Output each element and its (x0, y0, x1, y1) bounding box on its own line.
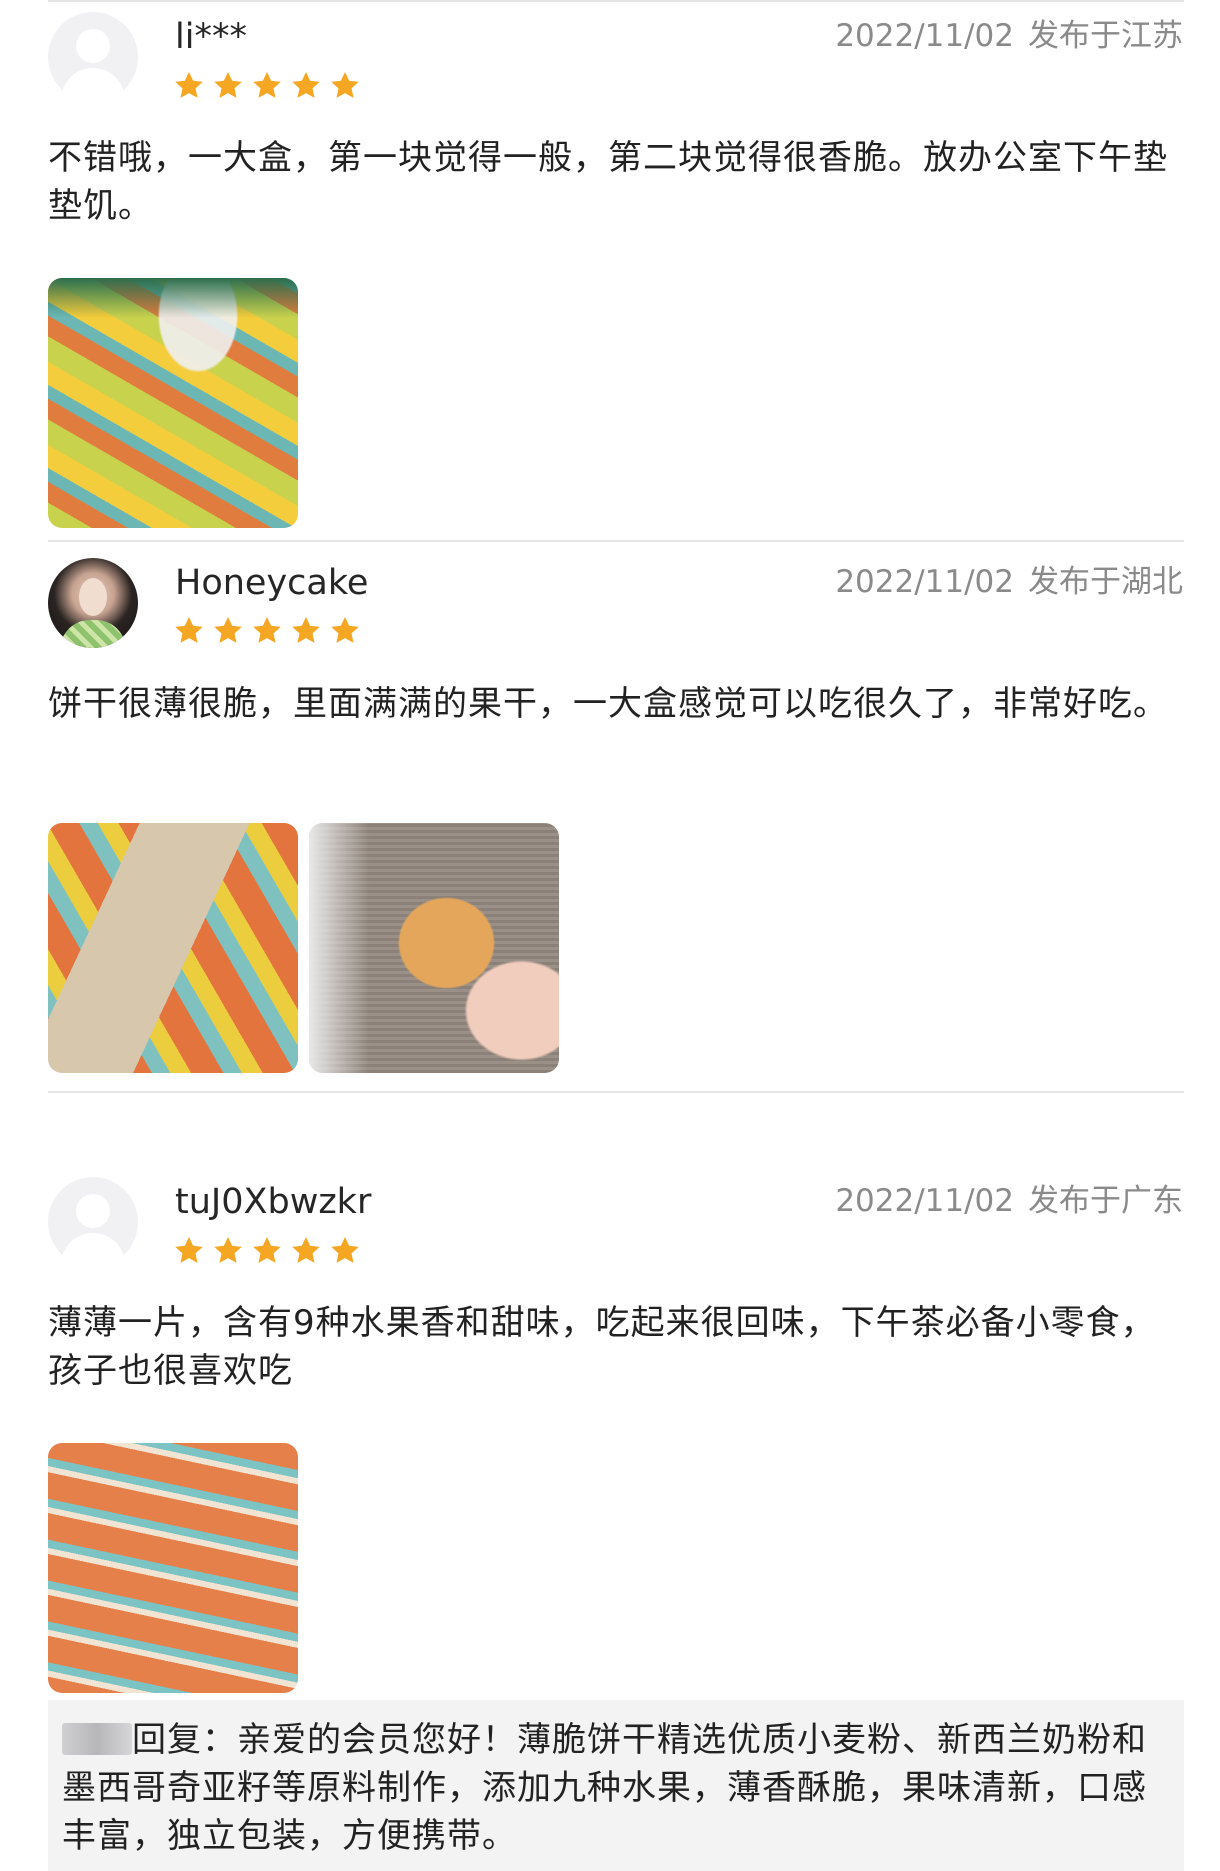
star-icon (251, 70, 283, 102)
star-rating (173, 1235, 361, 1267)
default-avatar-icon (76, 1194, 110, 1228)
star-icon (290, 1235, 322, 1267)
username[interactable]: Honeycake (175, 562, 368, 604)
star-icon (212, 615, 244, 647)
review-location: 发布于江苏 (1028, 18, 1183, 54)
star-icon (251, 615, 283, 647)
star-icon (173, 70, 205, 102)
star-icon (173, 1235, 205, 1267)
star-icon (329, 615, 361, 647)
review-date: 2022/11/02 (835, 564, 1014, 600)
divider (48, 540, 1184, 542)
reply-text: 回复：亲爱的会员您好！薄脆饼干精选优质小麦粉、新西兰奶粉和墨西哥奇亚籽等原料制作… (62, 1716, 1170, 1860)
review-meta: 2022/11/02 发布于广东 (835, 1181, 1183, 1221)
star-rating (173, 70, 361, 102)
review-photo[interactable] (48, 278, 298, 528)
avatar[interactable] (48, 12, 138, 102)
review-text: 饼干很薄很脆，里面满满的果干，一大盒感觉可以吃很久了，非常好吃。 (48, 684, 1168, 724)
username[interactable]: tuJ0Xbwzkr (175, 1181, 371, 1223)
review-location: 发布于湖北 (1028, 564, 1183, 600)
review-photo[interactable] (48, 823, 298, 1073)
star-icon (290, 70, 322, 102)
divider (48, 1091, 1184, 1093)
avatar[interactable] (48, 558, 138, 648)
star-icon (251, 1235, 283, 1267)
avatar[interactable] (48, 1177, 138, 1267)
review-date: 2022/11/02 (835, 1183, 1014, 1219)
default-avatar-icon (76, 29, 110, 63)
review-photo[interactable] (309, 823, 559, 1073)
review-photo[interactable] (48, 1443, 298, 1693)
review-text: 薄薄一片，含有9种水果香和甜味，吃起来很回味，下午茶必备小零食，孩子也很喜欢吃 (48, 1303, 1156, 1391)
star-rating (173, 615, 361, 647)
username[interactable]: li*** (175, 16, 247, 58)
star-icon (329, 70, 361, 102)
review-location: 发布于广东 (1028, 1183, 1183, 1219)
star-icon (290, 615, 322, 647)
star-icon (212, 70, 244, 102)
review-meta: 2022/11/02 发布于湖北 (835, 562, 1183, 602)
star-icon (212, 1235, 244, 1267)
review-text: 不错哦，一大盒，第一块觉得一般，第二块觉得很香脆。放办公室下午垫垫饥。 (48, 138, 1168, 226)
review-item: li*** 2022/11/02 发布于江苏 不错哦，一大盒，第一块觉得一般，第二… (0, 0, 1220, 545)
review-meta: 2022/11/02 发布于江苏 (835, 16, 1183, 56)
review-date: 2022/11/02 (835, 18, 1014, 54)
star-icon (329, 1235, 361, 1267)
merchant-reply: 回复：亲爱的会员您好！薄脆饼干精选优质小麦粉、新西兰奶粉和墨西哥奇亚籽等原料制作… (48, 1700, 1184, 1871)
reply-label: 回复： (132, 1720, 237, 1760)
merchant-name-redacted (62, 1723, 132, 1755)
star-icon (173, 615, 205, 647)
